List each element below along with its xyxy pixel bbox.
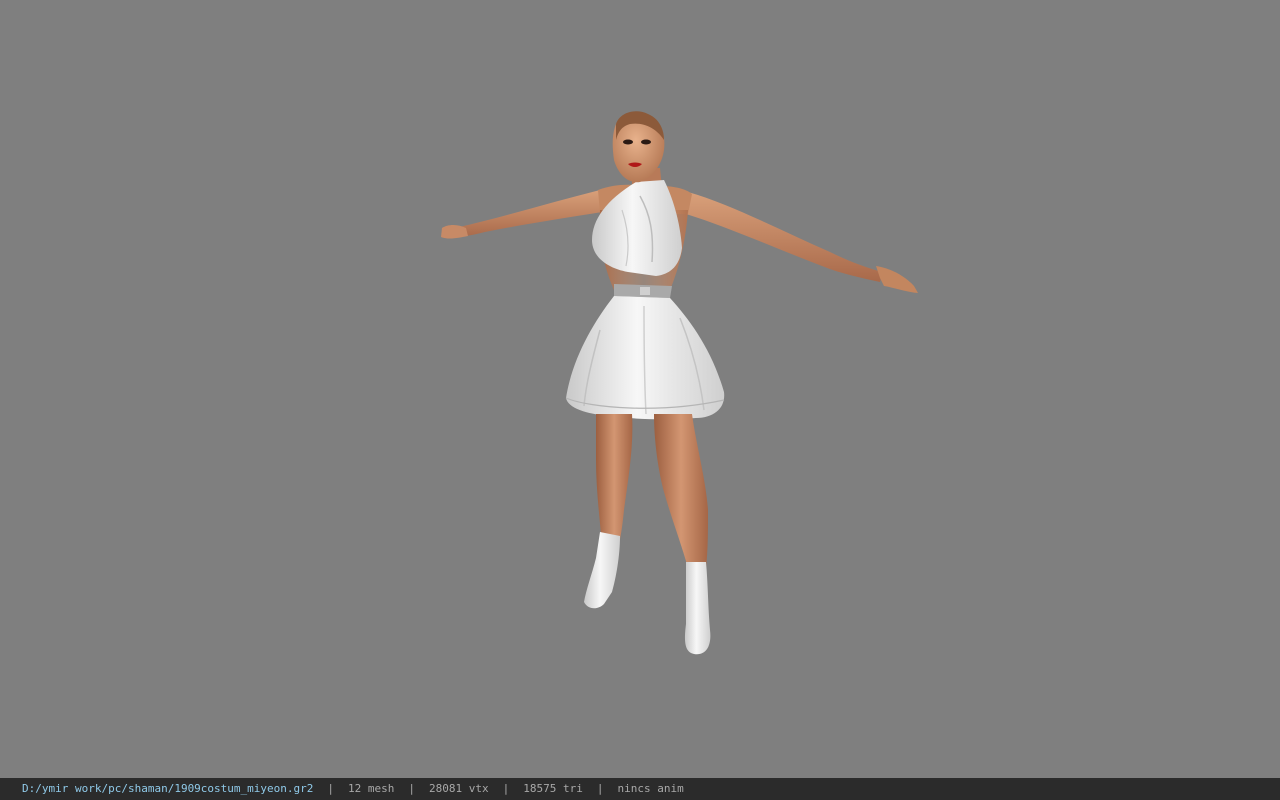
character-model: [441, 111, 918, 655]
status-bar: D:/ymir work/pc/shaman/1909costum_miyeon…: [0, 778, 1280, 800]
right-leg: [654, 414, 708, 568]
file-path: D:/ymir work/pc/shaman/1909costum_miyeon…: [22, 782, 314, 795]
separator: |: [408, 782, 416, 795]
mesh-count: 12 mesh: [348, 782, 395, 795]
left-eye: [623, 139, 633, 145]
right-hand: [876, 266, 918, 293]
anim-status: nincs anim: [617, 782, 684, 795]
vertex-count: 28081 vtx: [429, 782, 489, 795]
right-eye: [641, 139, 651, 145]
separator: |: [596, 782, 604, 795]
separator: |: [327, 782, 335, 795]
3d-viewport[interactable]: [0, 0, 1280, 778]
separator: |: [502, 782, 510, 795]
triangle-count: 18575 tri: [523, 782, 583, 795]
right-boot: [684, 562, 711, 655]
left-boot: [584, 532, 620, 609]
right-arm: [686, 192, 882, 282]
left-leg: [596, 414, 633, 548]
